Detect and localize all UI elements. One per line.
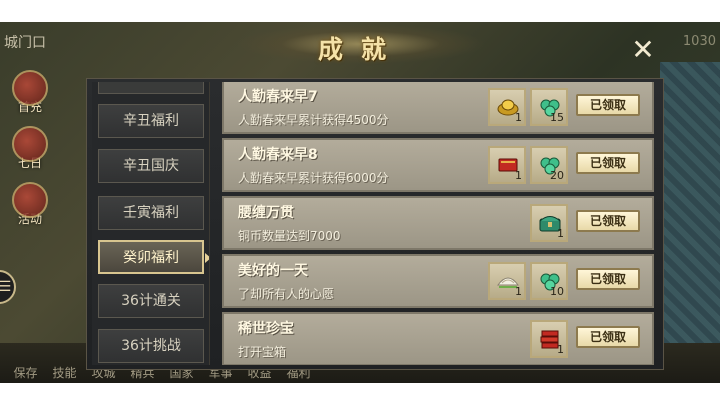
- achievement-row: 人勤春来早7 人勤春来早累计获得4500分 1 15 已领取: [222, 82, 654, 134]
- category-tabs: 辛丑福利 辛丑国庆 壬寅福利 癸卯福利 36计通关 36计挑战: [92, 82, 210, 365]
- tab-renyin-welfare[interactable]: 壬寅福利: [98, 196, 204, 230]
- tab-36-strategies-clear[interactable]: 36计通关: [98, 284, 204, 318]
- achievement-list[interactable]: 人勤春来早7 人勤春来早累计获得4500分 1 15 已领取 人勤春来早8 人勤…: [216, 82, 660, 365]
- reward-slot[interactable]: 20: [530, 146, 568, 184]
- achievement-name: 人勤春来早8: [238, 147, 318, 163]
- side-button-events[interactable]: 活动: [0, 182, 60, 238]
- claimed-button[interactable]: 已领取: [576, 268, 640, 290]
- achievement-desc: 人勤春来早累计获得4500分: [238, 113, 389, 127]
- claimed-button[interactable]: 已领取: [576, 94, 640, 116]
- tab-xinchou-national-day[interactable]: 辛丑国庆: [98, 149, 204, 183]
- reward-quantity: 1: [515, 285, 522, 298]
- achievement-desc: 打开宝箱: [238, 345, 287, 359]
- reward-quantity: 1: [557, 227, 564, 240]
- achievement-desc: 人勤春来早累计获得6000分: [238, 171, 389, 185]
- achievement-row: 稀世珍宝 打开宝箱 1 已领取: [222, 312, 654, 365]
- reward-quantity: 1: [515, 169, 522, 182]
- claimed-button[interactable]: 已领取: [576, 210, 640, 232]
- claimed-button[interactable]: 已领取: [576, 326, 640, 348]
- tab-36-strategies-challenge[interactable]: 36计挑战: [98, 329, 204, 363]
- reward-quantity: 1: [515, 111, 522, 124]
- achievement-name: 人勤春来早7: [238, 89, 318, 105]
- location-label: 城门口: [4, 35, 46, 51]
- achievement-name: 腰缠万贯: [238, 205, 294, 221]
- side-button-first-charge[interactable]: 首充: [0, 70, 60, 126]
- resource-value: 1030: [682, 34, 716, 49]
- achievement-row: 腰缠万贯 铜币数量达到7000 1 已领取: [222, 196, 654, 250]
- close-button[interactable]: ✕: [628, 36, 658, 66]
- reward-slot[interactable]: 1: [488, 262, 526, 300]
- achievement-name: 美好的一天: [238, 263, 308, 279]
- claimed-button[interactable]: 已领取: [576, 152, 640, 174]
- side-button-seven-days[interactable]: 七日: [0, 126, 60, 182]
- reward-quantity: 10: [550, 285, 564, 298]
- side-menu-toggle[interactable]: ☰: [0, 270, 16, 304]
- reward-slot[interactable]: 1: [530, 320, 568, 358]
- reward-quantity: 20: [550, 169, 564, 182]
- achievement-row: 人勤春来早8 人勤春来早累计获得6000分 1 20 已领取: [222, 138, 654, 192]
- reward-slot[interactable]: 1: [488, 146, 526, 184]
- dialog-title: 成就: [317, 35, 404, 64]
- first-charge-icon: [12, 70, 48, 106]
- reward-slot[interactable]: 15: [530, 88, 568, 126]
- reward-quantity: 15: [550, 111, 564, 124]
- reward-slot[interactable]: 10: [530, 262, 568, 300]
- background-roof: [660, 62, 720, 383]
- events-icon: [12, 182, 48, 218]
- tab-xinchou-welfare[interactable]: 辛丑福利: [98, 104, 204, 138]
- achievement-row: 美好的一天 了却所有人的心愿 1 10 已领取: [222, 254, 654, 308]
- seven-days-icon: [12, 126, 48, 162]
- bottom-menu-item[interactable]: 保存: [6, 364, 45, 381]
- reward-quantity: 1: [557, 343, 564, 356]
- achievement-name: 稀世珍宝: [238, 321, 294, 337]
- achievement-desc: 了却所有人的心愿: [238, 287, 335, 301]
- reward-slot[interactable]: 1: [488, 88, 526, 126]
- dialog-title-bar: 成就: [236, 16, 486, 72]
- achievement-desc: 铜币数量达到7000: [238, 229, 341, 243]
- reward-slot[interactable]: 1: [530, 204, 568, 242]
- bottom-menu-item[interactable]: 技能: [45, 364, 84, 381]
- tab-scroll-stub: [98, 82, 204, 94]
- close-icon: ✕: [631, 33, 655, 66]
- tab-guimao-welfare[interactable]: 癸卯福利: [98, 240, 209, 274]
